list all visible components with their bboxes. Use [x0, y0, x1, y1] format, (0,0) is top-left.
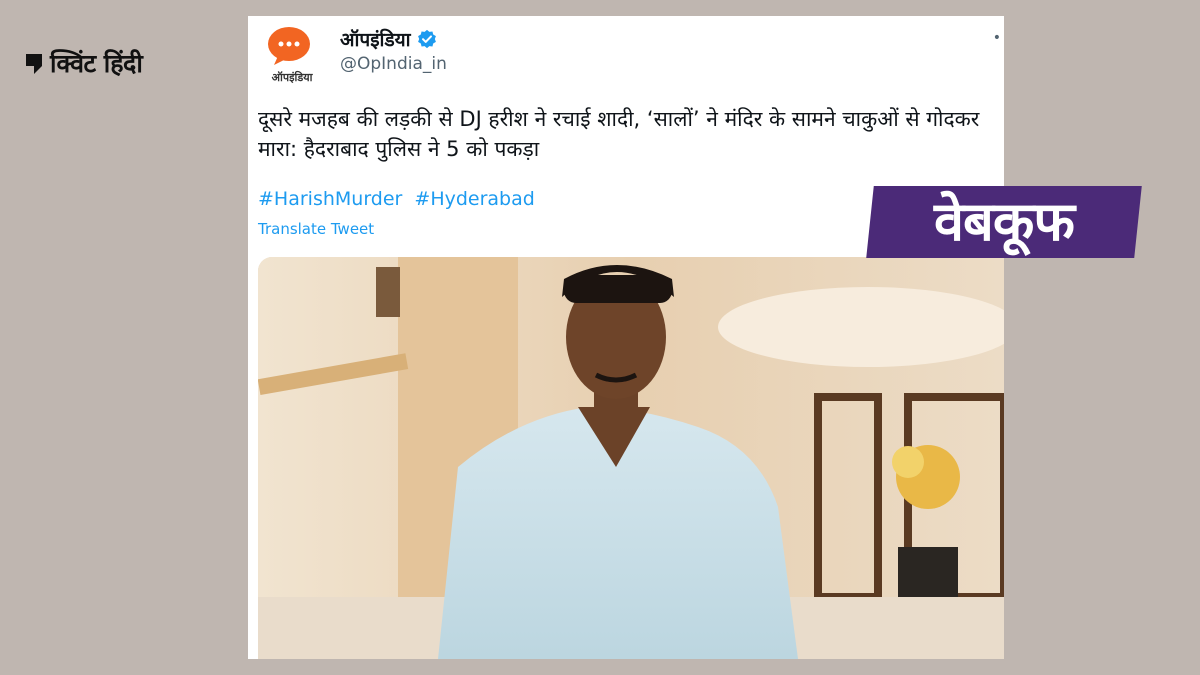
- tweet-photo[interactable]: [258, 257, 1004, 659]
- avatar[interactable]: ऑपइंडिया: [264, 26, 316, 92]
- more-icon[interactable]: •: [993, 30, 1002, 46]
- hashtag-link[interactable]: #Hyderabad: [414, 188, 534, 210]
- quint-hindi-logo: क्विंट हिंदी: [24, 46, 143, 80]
- tweet-card: ऑपइंडिया ऑपइंडिया @OpIndia_in • दूसरे मज…: [248, 16, 1004, 659]
- name-row: ऑपइंडिया: [340, 26, 437, 52]
- chat-bubble-icon: [268, 27, 310, 65]
- avatar-label: ऑपइंडिया: [271, 71, 313, 84]
- hashtag-link[interactable]: #HarishMurder: [258, 188, 402, 210]
- display-name[interactable]: ऑपइंडिया: [340, 26, 411, 52]
- stamp-label: वेबकूफ: [934, 190, 1074, 253]
- webkoof-stamp: वेबकूफ: [866, 186, 1142, 258]
- quint-logo-icon: [24, 52, 44, 74]
- translate-tweet-link[interactable]: Translate Tweet: [258, 220, 374, 238]
- brand-name: क्विंट हिंदी: [50, 49, 143, 78]
- hashtags: #HarishMurder #Hyderabad: [258, 188, 541, 210]
- verified-badge-icon: [417, 29, 436, 49]
- tweet-text: दूसरे मजहब की लड़की से DJ हरीश ने रचाई श…: [258, 107, 980, 161]
- handle[interactable]: @OpIndia_in: [340, 54, 447, 74]
- tweet-header: ऑपइंडिया ऑपइंडिया @OpIndia_in •: [248, 16, 1004, 106]
